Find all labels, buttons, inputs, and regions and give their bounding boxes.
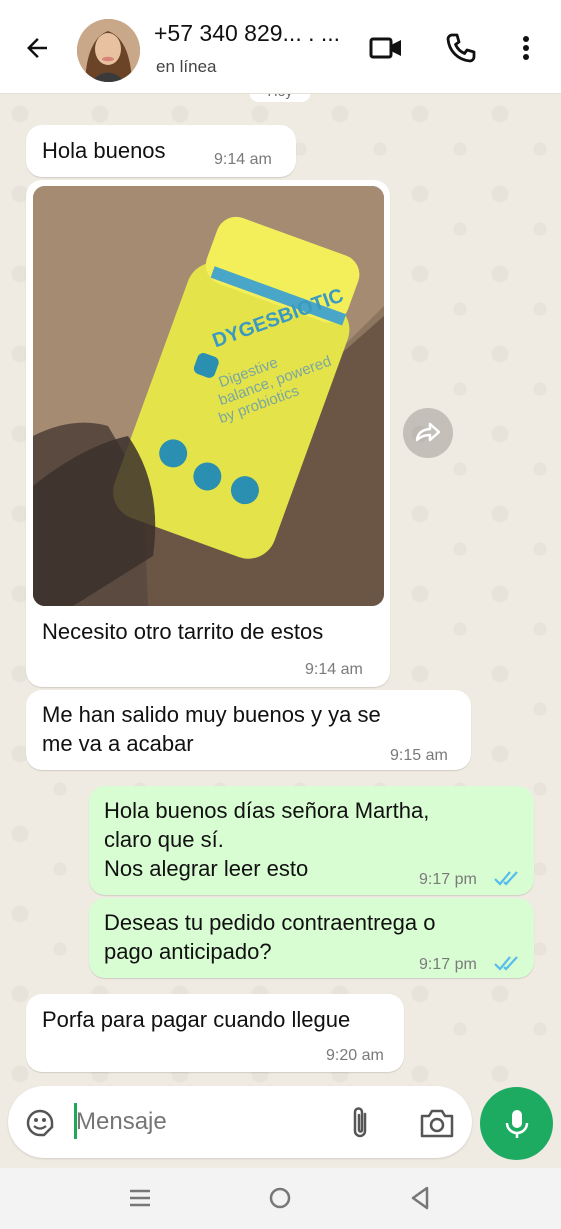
camera-icon[interactable] xyxy=(418,1105,456,1141)
double-check-icon xyxy=(494,871,518,886)
microphone-icon xyxy=(505,1110,529,1138)
message-time: 9:15 am xyxy=(390,747,448,764)
more-vertical-icon[interactable] xyxy=(508,30,544,66)
avatar[interactable] xyxy=(77,19,140,82)
message-line: pago anticipado? xyxy=(104,939,272,964)
message-input[interactable] xyxy=(76,1108,326,1136)
video-camera-icon[interactable] xyxy=(368,30,404,66)
recent-apps-icon[interactable] xyxy=(127,1186,153,1210)
nav-back-icon[interactable] xyxy=(408,1185,432,1211)
message-line: Hola buenos días señora Martha, xyxy=(104,798,430,823)
forward-icon[interactable] xyxy=(403,408,453,458)
message-line: Me han salido muy buenos y ya se xyxy=(42,702,381,727)
contact-name[interactable]: +57 340 829... . ... xyxy=(154,20,340,47)
double-check-icon xyxy=(494,956,518,971)
phone-icon[interactable] xyxy=(443,30,479,66)
message-text: Hola buenos xyxy=(42,138,166,163)
chat-header: +57 340 829... . ... en línea xyxy=(0,0,561,94)
message-time: 9:20 am xyxy=(326,1047,384,1064)
paperclip-icon[interactable] xyxy=(345,1104,377,1142)
home-circle-icon[interactable] xyxy=(268,1186,292,1210)
date-chip: Hoy xyxy=(250,94,310,102)
message-line: claro que sí. xyxy=(104,827,224,852)
image-caption: Necesito otro tarrito de estos xyxy=(42,619,324,644)
arrow-left-icon[interactable] xyxy=(22,33,52,63)
product-photo[interactable]: DYGESBIOTIC Digestive balance, powered b… xyxy=(33,186,384,606)
message-time: 9:14 am xyxy=(214,151,272,168)
contact-status: en línea xyxy=(156,57,217,76)
message-line: Nos alegrar leer esto xyxy=(104,856,309,881)
message-time: 9:17 pm xyxy=(419,956,477,973)
message-time: 9:17 pm xyxy=(419,871,477,888)
message-text: Porfa para pagar cuando llegue xyxy=(42,1007,351,1032)
message-time: 9:14 am xyxy=(305,661,363,678)
message-line: me va a acabar xyxy=(42,731,194,756)
sticker-icon[interactable] xyxy=(22,1105,58,1141)
message-line: Deseas tu pedido contraentrega o xyxy=(104,910,436,935)
